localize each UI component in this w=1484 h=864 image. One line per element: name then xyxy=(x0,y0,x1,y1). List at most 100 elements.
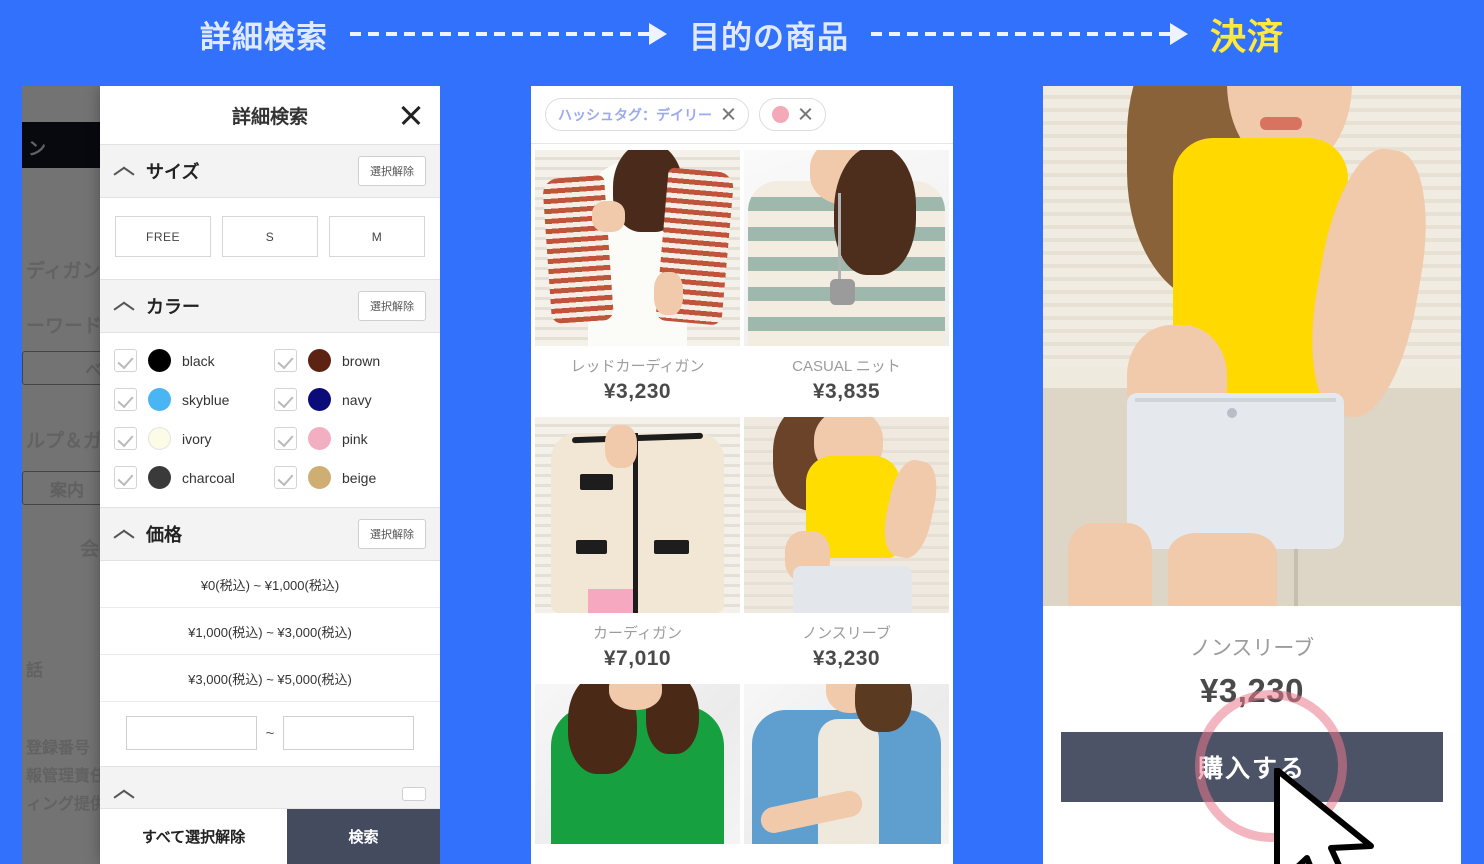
color-swatch xyxy=(308,466,331,489)
modal-footer: すべて選択解除 検索 xyxy=(100,808,440,864)
buy-button[interactable]: 購入する xyxy=(1061,732,1443,802)
buy-button-area: 購入する xyxy=(1043,690,1461,864)
product-card[interactable] xyxy=(744,684,949,844)
section-header-color[interactable]: カラー 選択解除 xyxy=(100,279,440,333)
checkbox-icon[interactable] xyxy=(114,466,137,489)
section-title-color: カラー xyxy=(146,297,200,317)
color-swatch xyxy=(308,427,331,450)
clear-size-button[interactable]: 選択解除 xyxy=(358,156,426,186)
modal-body: サイズ 選択解除 FREE S M カラー 選択解除 black brown s… xyxy=(100,144,440,808)
product-card[interactable]: カーディガン ¥7,010 xyxy=(535,417,740,680)
checkbox-icon[interactable] xyxy=(114,349,137,372)
product-card[interactable]: レッドカーディガン ¥3,230 xyxy=(535,150,740,413)
product-image[interactable] xyxy=(535,684,740,844)
color-option-skyblue[interactable]: skyblue xyxy=(114,388,266,411)
arrow-head-icon xyxy=(648,23,667,45)
chevron-up-icon xyxy=(114,528,134,540)
size-option-m[interactable]: M xyxy=(329,216,425,257)
clear-button-cutoff[interactable] xyxy=(402,786,426,801)
product-image[interactable] xyxy=(535,150,740,346)
product-card[interactable]: CASUAL ニット ¥3,835 xyxy=(744,150,949,413)
color-swatch xyxy=(308,349,331,372)
step-arrow-2 xyxy=(870,23,1188,45)
clear-color-button[interactable]: 選択解除 xyxy=(358,291,426,321)
price-max-input[interactable] xyxy=(283,716,415,750)
product-image[interactable] xyxy=(744,417,949,613)
filter-tag-bar: ハッシュタグ：デイリー xyxy=(531,86,953,144)
product-name: レッドカーディガン xyxy=(570,358,705,375)
section-header-size[interactable]: サイズ 選択解除 xyxy=(100,144,440,198)
left-screen-panel: ン 注文 ディガン ーワード べ替え-▼ ルプ＆ガイ 案内 お問 会社概要 話 … xyxy=(22,86,440,864)
close-icon[interactable] xyxy=(721,107,736,122)
checkbox-icon[interactable] xyxy=(114,427,137,450)
product-detail-panel: ノンスリーブ ¥3,230 購入する xyxy=(1043,86,1461,864)
product-name: カーディガン xyxy=(593,625,682,642)
search-button[interactable]: 検索 xyxy=(287,809,440,864)
modal-header: 詳細検索 xyxy=(100,86,440,144)
product-image[interactable] xyxy=(744,684,949,844)
custom-price-range: ~ xyxy=(100,702,440,766)
color-option-brown[interactable]: brown xyxy=(274,349,426,372)
chevron-up-icon xyxy=(114,788,134,800)
product-price: ¥3,230 xyxy=(603,380,672,403)
color-option-beige[interactable]: beige xyxy=(274,466,426,489)
color-label: beige xyxy=(342,469,377,486)
close-icon[interactable] xyxy=(798,107,813,122)
color-swatch xyxy=(148,466,171,489)
color-options: black brown skyblue navy ivory pink char… xyxy=(100,333,440,507)
step-label-checkout: 決済 xyxy=(1209,16,1284,57)
price-min-input[interactable] xyxy=(125,716,257,750)
color-option-black[interactable]: black xyxy=(114,349,266,372)
modal-title: 詳細検索 xyxy=(231,106,308,128)
price-range-option-2[interactable]: ¥1,000(税込) ~ ¥3,000(税込) xyxy=(100,608,440,655)
product-image[interactable] xyxy=(535,417,740,613)
product-card[interactable]: ノンスリーブ ¥3,230 xyxy=(744,417,949,680)
color-option-charcoal[interactable]: charcoal xyxy=(114,466,266,489)
clear-all-button[interactable]: すべて選択解除 xyxy=(100,809,287,864)
step-label-search: 詳細検索 xyxy=(199,19,328,55)
price-range-option-3[interactable]: ¥3,000(税込) ~ ¥5,000(税込) xyxy=(100,655,440,702)
filter-tag-hashtag[interactable]: ハッシュタグ：デイリー xyxy=(545,98,749,131)
checkbox-icon[interactable] xyxy=(274,427,297,450)
color-swatch xyxy=(308,388,331,411)
product-card[interactable] xyxy=(535,684,740,844)
size-option-free[interactable]: FREE xyxy=(115,216,211,257)
section-header-price[interactable]: 価格 選択解除 xyxy=(100,507,440,561)
checkbox-icon[interactable] xyxy=(274,349,297,372)
color-label: skyblue xyxy=(182,391,230,408)
section-header-next-cutoff[interactable] xyxy=(100,766,440,808)
color-swatch xyxy=(148,427,171,450)
clear-price-button[interactable]: 選択解除 xyxy=(358,519,426,549)
color-swatch xyxy=(772,106,789,123)
price-range-option-1[interactable]: ¥0(税込) ~ ¥1,000(税込) xyxy=(100,561,440,608)
section-title-price: 価格 xyxy=(146,525,182,545)
chevron-up-icon xyxy=(114,165,134,177)
product-hero-image[interactable] xyxy=(1043,86,1461,606)
product-name: CASUAL ニット xyxy=(792,358,901,375)
size-option-s[interactable]: S xyxy=(222,216,318,257)
color-label: navy xyxy=(342,391,372,408)
close-icon[interactable] xyxy=(398,102,424,128)
filter-tag-color[interactable] xyxy=(759,98,826,131)
color-swatch xyxy=(148,388,171,411)
filter-tag-label: ハッシュタグ：デイリー xyxy=(558,106,712,123)
progress-steps: 詳細検索 目的の商品 決済 xyxy=(0,0,1484,68)
product-name: ノンスリーブ xyxy=(802,625,891,642)
color-option-ivory[interactable]: ivory xyxy=(114,427,266,450)
chevron-up-icon xyxy=(114,300,134,312)
color-label: ivory xyxy=(182,430,212,447)
product-list-panel: ハッシュタグ：デイリー レッドカーディガン ¥3,230 CASUAL ニット … xyxy=(531,86,953,864)
product-detail-price: ¥3,230 xyxy=(1200,672,1304,709)
color-label: brown xyxy=(342,352,381,369)
advanced-search-modal: 詳細検索 サイズ 選択解除 FREE S M カラー 選択解除 black br… xyxy=(100,86,440,864)
checkbox-icon[interactable] xyxy=(274,388,297,411)
checkbox-icon[interactable] xyxy=(274,466,297,489)
color-option-navy[interactable]: navy xyxy=(274,388,426,411)
product-price: ¥7,010 xyxy=(603,647,672,670)
color-option-pink[interactable]: pink xyxy=(274,427,426,450)
product-image[interactable] xyxy=(744,150,949,346)
price-range-options: ¥0(税込) ~ ¥1,000(税込) ¥1,000(税込) ~ ¥3,000(… xyxy=(100,561,440,702)
section-title-size: サイズ xyxy=(146,162,200,182)
color-label: pink xyxy=(342,430,368,447)
checkbox-icon[interactable] xyxy=(114,388,137,411)
